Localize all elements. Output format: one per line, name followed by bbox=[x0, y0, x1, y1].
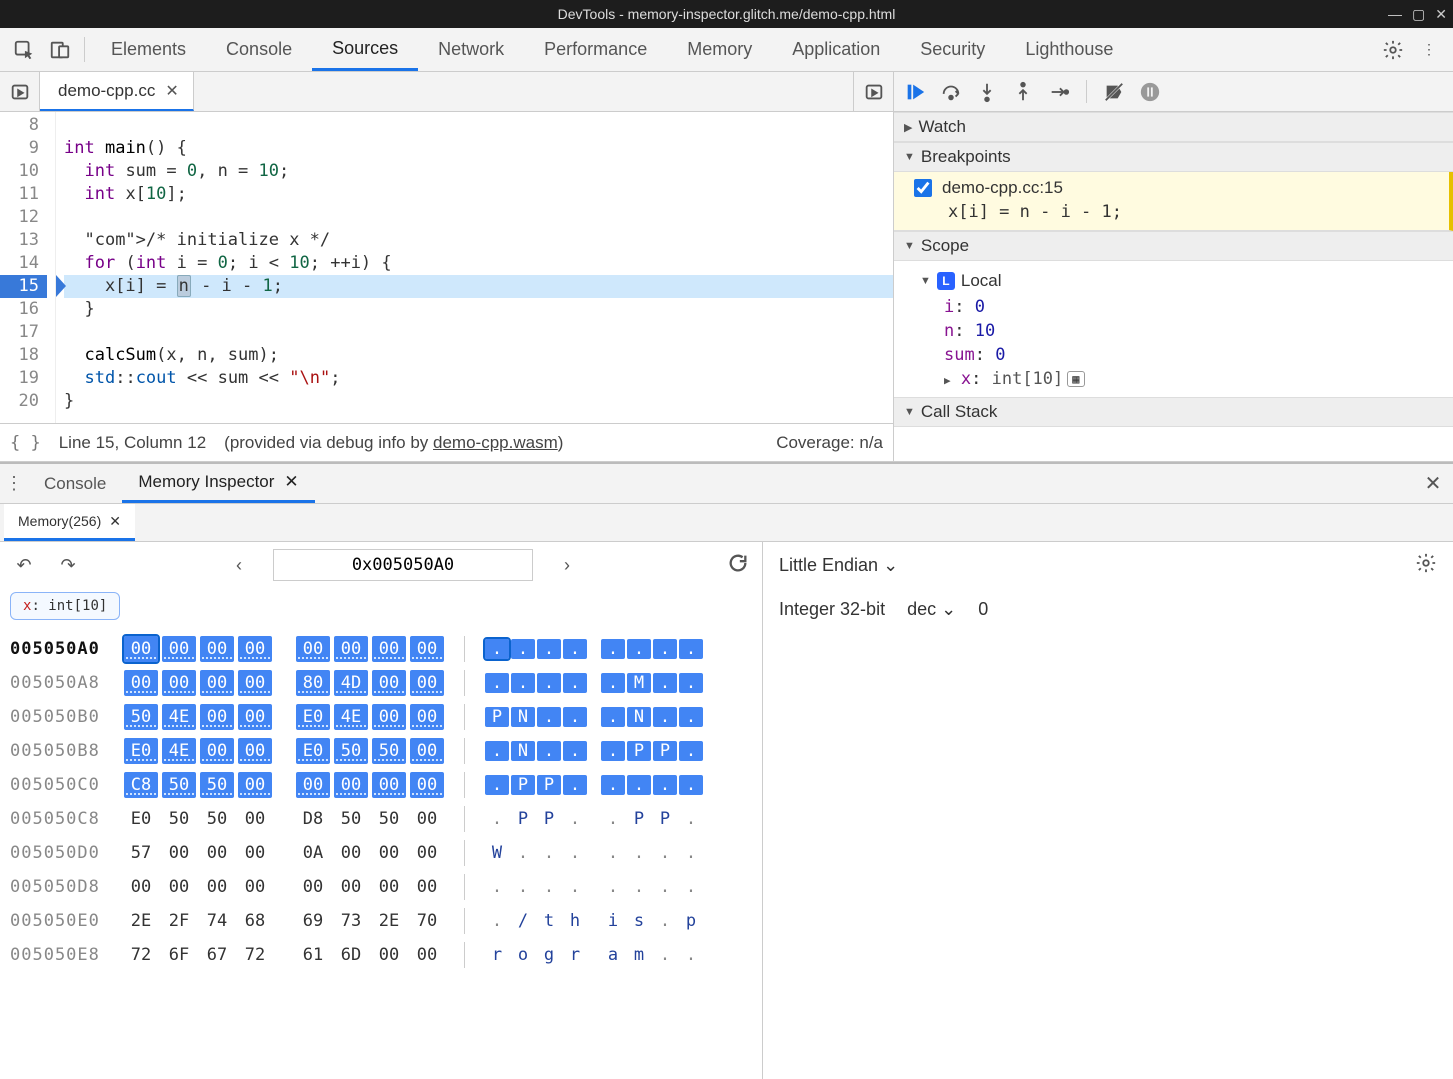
deactivate-breakpoints-icon[interactable] bbox=[1103, 81, 1125, 103]
window-title: DevTools - memory-inspector.glitch.me/de… bbox=[558, 6, 896, 22]
drawer-tabbar: ⋮ Console Memory Inspector ✕ ✕ bbox=[0, 464, 1453, 504]
tab-lighthouse[interactable]: Lighthouse bbox=[1005, 28, 1133, 71]
callstack-section-header[interactable]: ▼ Call Stack bbox=[894, 397, 1453, 427]
scope-section-header[interactable]: ▼ Scope bbox=[894, 231, 1453, 261]
debugger-toggle-icon[interactable] bbox=[853, 72, 893, 112]
cursor-position: Line 15, Column 12 bbox=[59, 433, 206, 453]
coverage-status: Coverage: n/a bbox=[776, 433, 883, 453]
device-toggle-icon[interactable] bbox=[42, 28, 78, 71]
drawer-close-icon[interactable]: ✕ bbox=[1413, 471, 1453, 496]
breakpoint-code: x[i] = n - i - 1; bbox=[914, 202, 1439, 222]
breakpoints-section-header[interactable]: ▼ Breakpoints bbox=[894, 142, 1453, 172]
debugger-toolbar bbox=[894, 72, 1453, 112]
memory-instance-tabbar: Memory(256) ✕ bbox=[0, 504, 1453, 542]
breakpoint-item[interactable]: demo-cpp.cc:15 x[i] = n - i - 1; bbox=[894, 172, 1453, 231]
file-tab-close-icon[interactable]: ✕ bbox=[165, 81, 178, 101]
step-out-icon[interactable] bbox=[1012, 81, 1034, 103]
local-badge-icon: L bbox=[937, 272, 955, 290]
memory-object-chip[interactable]: x: int[10] bbox=[10, 592, 120, 620]
chevron-down-icon: ⌄ bbox=[941, 599, 956, 619]
tab-sources[interactable]: Sources bbox=[312, 28, 418, 71]
file-tabbar: demo-cpp.cc ✕ bbox=[0, 72, 893, 112]
scope-var-n[interactable]: n: 10 bbox=[920, 319, 1443, 343]
tab-performance[interactable]: Performance bbox=[524, 28, 667, 71]
tab-application[interactable]: Application bbox=[772, 28, 900, 71]
window-maximize-icon[interactable]: ▢ bbox=[1412, 6, 1425, 23]
expand-icon: ▼ bbox=[904, 240, 915, 252]
window-close-icon[interactable]: ✕ bbox=[1435, 6, 1447, 23]
step-into-icon[interactable] bbox=[976, 81, 998, 103]
undo-icon[interactable]: ↶ bbox=[10, 555, 38, 576]
devtools-tabbar: Elements Console Sources Network Perform… bbox=[0, 28, 1453, 72]
navigator-toggle-icon[interactable] bbox=[0, 72, 40, 112]
chevron-down-icon: ⌄ bbox=[883, 555, 898, 575]
debug-info-source: (provided via debug info by demo-cpp.was… bbox=[224, 433, 563, 453]
breakpoint-checkbox[interactable] bbox=[914, 179, 932, 197]
redo-icon[interactable]: ↷ bbox=[54, 555, 82, 576]
drawer-tab-close-icon[interactable]: ✕ bbox=[284, 472, 298, 492]
tab-network[interactable]: Network bbox=[418, 28, 524, 71]
window-titlebar: DevTools - memory-inspector.glitch.me/de… bbox=[0, 0, 1453, 28]
prev-page-icon[interactable]: ‹ bbox=[225, 555, 253, 576]
scope-local-header[interactable]: ▼ L Local bbox=[920, 267, 1443, 295]
watch-section-header[interactable]: ▶ Watch bbox=[894, 112, 1453, 142]
refresh-icon[interactable] bbox=[724, 552, 752, 579]
step-over-icon[interactable] bbox=[940, 81, 962, 103]
interpreted-value: 0 bbox=[978, 599, 988, 620]
radix-select[interactable]: dec ⌄ bbox=[907, 599, 956, 620]
memory-toolbar: ↶ ↷ ‹ › bbox=[0, 542, 762, 588]
breakpoint-label: demo-cpp.cc:15 bbox=[942, 178, 1063, 198]
tab-elements[interactable]: Elements bbox=[91, 28, 206, 71]
endianness-select[interactable]: Little Endian ⌄ bbox=[779, 555, 898, 576]
value-type-label: Integer 32-bit bbox=[779, 599, 885, 620]
expand-icon: ▼ bbox=[904, 151, 915, 163]
pretty-print-icon[interactable]: { } bbox=[10, 433, 41, 453]
scope-var-i[interactable]: i: 0 bbox=[920, 295, 1443, 319]
file-tab-label: demo-cpp.cc bbox=[58, 81, 155, 101]
resume-icon[interactable] bbox=[904, 81, 926, 103]
scope-var-sum[interactable]: sum: 0 bbox=[920, 343, 1443, 367]
tab-console[interactable]: Console bbox=[206, 28, 312, 71]
next-page-icon[interactable]: › bbox=[553, 555, 581, 576]
expand-icon: ▼ bbox=[904, 406, 915, 418]
address-input[interactable] bbox=[273, 549, 533, 581]
inspect-element-icon[interactable] bbox=[6, 28, 42, 71]
memory-instance-tab[interactable]: Memory(256) ✕ bbox=[4, 504, 135, 541]
file-tab-demo-cpp[interactable]: demo-cpp.cc ✕ bbox=[40, 72, 194, 111]
window-minimize-icon[interactable]: — bbox=[1388, 6, 1402, 22]
editor-statusbar: { } Line 15, Column 12 (provided via deb… bbox=[0, 423, 893, 461]
collapse-icon: ▶ bbox=[904, 121, 912, 134]
wasm-link[interactable]: demo-cpp.wasm bbox=[433, 433, 558, 452]
tab-security[interactable]: Security bbox=[900, 28, 1005, 71]
settings-gear-icon[interactable] bbox=[1375, 28, 1411, 71]
drawer-tab-memory-inspector[interactable]: Memory Inspector ✕ bbox=[122, 464, 314, 503]
memory-chip-icon[interactable]: ▦ bbox=[1067, 371, 1084, 387]
drawer-tab-console[interactable]: Console bbox=[28, 464, 122, 503]
scope-var-x[interactable]: ▶ x: int[10]▦ bbox=[920, 367, 1443, 391]
hex-viewer[interactable]: 005050A00000000000000000........005050A8… bbox=[0, 628, 762, 1079]
pause-exceptions-icon[interactable] bbox=[1139, 81, 1161, 103]
more-menu-icon[interactable]: ⋮ bbox=[1411, 28, 1447, 71]
code-editor[interactable]: 891011121314151617181920 int main() { in… bbox=[0, 112, 893, 423]
tab-memory[interactable]: Memory bbox=[667, 28, 772, 71]
memory-tab-close-icon[interactable]: ✕ bbox=[109, 513, 121, 530]
interpreter-settings-icon[interactable] bbox=[1415, 552, 1437, 579]
step-icon[interactable] bbox=[1048, 81, 1070, 103]
drawer-menu-icon[interactable]: ⋮ bbox=[0, 473, 28, 494]
value-interpreter: Little Endian ⌄ Integer 32-bit dec ⌄ 0 bbox=[763, 542, 1453, 1079]
